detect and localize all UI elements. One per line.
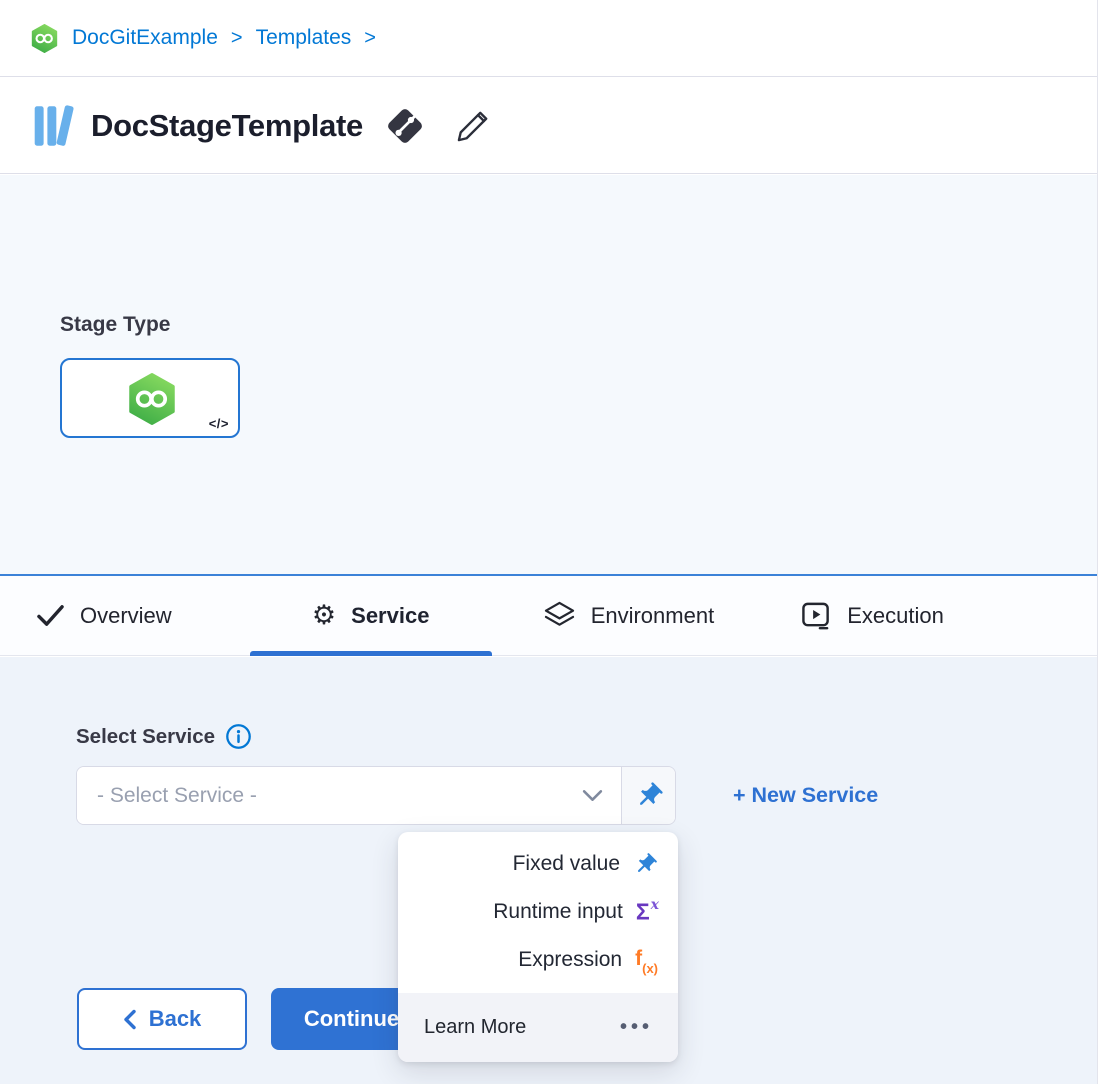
breadcrumb-separator: > <box>231 27 243 50</box>
chevron-left-icon <box>123 1009 137 1030</box>
tab-execution[interactable]: Execution <box>801 576 944 655</box>
stage-type-card[interactable]: </> <box>60 358 240 438</box>
back-button-label: Back <box>149 1006 202 1032</box>
ellipsis-icon: ••• <box>620 1016 653 1039</box>
menu-item-runtime-input[interactable]: Runtime input Σx <box>398 888 678 936</box>
service-select-group: - Select Service - <box>76 766 676 825</box>
fx-icon: f(x) <box>635 948 658 972</box>
pencil-icon <box>453 106 493 146</box>
layers-icon <box>543 601 576 630</box>
breadcrumb-separator: > <box>364 27 376 50</box>
back-button[interactable]: Back <box>77 988 247 1050</box>
breadcrumb: DocGitExample > Templates > <box>0 0 1097 77</box>
deploy-stage-hexagon-icon <box>126 372 178 431</box>
breadcrumb-link-templates[interactable]: Templates <box>256 26 352 50</box>
service-tab-panel: Select Service - Select Service - <box>0 657 1097 1084</box>
breadcrumb-link-project[interactable]: DocGitExample <box>72 26 218 50</box>
play-box-icon <box>801 601 832 631</box>
select-service-label: Select Service <box>76 725 215 749</box>
templates-library-icon <box>30 101 77 151</box>
menu-item-learn-more[interactable]: Learn More ••• <box>398 993 678 1062</box>
learn-more-label: Learn More <box>424 1016 526 1039</box>
stage-tab-bar: Overview ⚙ Service Environment <box>0 574 1097 656</box>
select-service-label-row: Select Service <box>76 723 252 750</box>
sigma-x-icon: Σx <box>636 900 658 924</box>
input-type-pin-button[interactable] <box>621 767 675 824</box>
input-type-menu: Fixed value Runtime input Σx Expression <box>398 832 678 1062</box>
menu-item-expression[interactable]: Expression f(x) <box>398 936 678 984</box>
service-select-placeholder: - Select Service - <box>97 784 582 808</box>
template-studio-page: DocGitExample > Templates > DocStageTemp… <box>0 0 1098 1084</box>
page-title: DocStageTemplate <box>91 108 363 144</box>
input-type-menu-items: Fixed value Runtime input Σx Expression <box>398 840 678 984</box>
pin-icon <box>634 781 664 811</box>
tab-environment[interactable]: Environment <box>543 576 715 655</box>
tab-service[interactable]: ⚙ Service <box>250 576 492 655</box>
check-icon <box>36 603 65 628</box>
project-module-icon <box>30 24 59 53</box>
stage-type-label: Stage Type <box>60 313 170 337</box>
tab-label: Environment <box>591 603 715 629</box>
service-select-dropdown[interactable]: - Select Service - <box>77 767 621 824</box>
stage-type-section: Stage Type </> <box>0 175 1097 574</box>
pin-icon <box>633 852 658 877</box>
template-header: DocStageTemplate <box>0 78 1097 174</box>
tab-overview[interactable]: Overview <box>36 576 172 655</box>
chevron-down-icon <box>582 789 603 802</box>
code-view-badge: </> <box>209 416 229 431</box>
tab-label: Service <box>351 603 429 629</box>
gear-icon: ⚙ <box>312 602 336 629</box>
tab-label: Overview <box>80 603 172 629</box>
tab-label: Execution <box>847 603 944 629</box>
git-sync-badge-icon <box>383 104 427 148</box>
new-service-button[interactable]: + New Service <box>733 783 878 808</box>
edit-template-button[interactable] <box>449 102 497 150</box>
menu-item-fixed-value[interactable]: Fixed value <box>398 840 678 888</box>
info-icon[interactable] <box>225 723 252 750</box>
continue-button-label: Continue <box>304 1006 399 1032</box>
